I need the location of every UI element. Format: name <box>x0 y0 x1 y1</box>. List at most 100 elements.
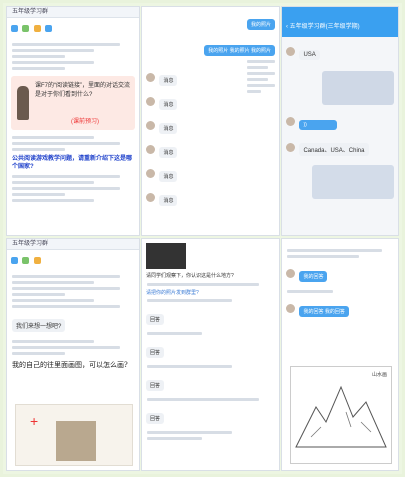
avatar <box>286 117 295 127</box>
avatar <box>146 193 155 203</box>
mountain-sketch-icon <box>295 385 387 448</box>
header-bar: ‹ 五年级学习群(三年级学期) <box>282 7 398 37</box>
message-line <box>147 365 232 368</box>
avatar <box>286 47 295 57</box>
drawing-image: + <box>15 404 133 466</box>
message-line <box>147 437 202 440</box>
audio-bubble[interactable]: )) <box>299 120 338 130</box>
countries-bubble: Canada、USA、China <box>299 143 369 156</box>
message-line <box>12 55 65 58</box>
file-icon[interactable] <box>22 257 30 265</box>
message-line <box>287 249 383 252</box>
avatar <box>146 73 155 83</box>
message-line <box>12 142 121 145</box>
list-item: 消息 <box>159 99 178 110</box>
answer-bubble: 回答 <box>146 314 165 325</box>
message-line <box>12 43 121 46</box>
chat-icon[interactable] <box>11 25 18 33</box>
message-line <box>12 193 65 196</box>
blue-bubble-1: 我的回答 <box>299 271 328 282</box>
collage-frame: 五年级学习群 课F7的“阅读链接”，里面的对话交流是对于你们看到什么? (课前预… <box>3 3 402 474</box>
cross-mark-icon: + <box>30 413 39 429</box>
side-list <box>242 57 276 96</box>
message-line <box>12 305 121 308</box>
panel-top-right: ‹ 五年级学习群(三年级学期) USA )) Canada、USA、China <box>282 7 398 235</box>
answer-bubble: 回答 <box>146 347 165 358</box>
message-line <box>287 255 359 258</box>
image-icon[interactable] <box>33 25 41 33</box>
gray-bubble: 我们来想一想吧? <box>12 319 66 332</box>
blue-bubble-2: 我的回答 我的回答 <box>299 306 349 317</box>
message-line <box>12 61 94 64</box>
message-line <box>12 275 121 278</box>
message-line <box>12 293 65 296</box>
panel-top-middle: 我的照片 我的照片 我的照片 我的照片 消息 消息 消息 消息 消息 消息 <box>142 7 279 235</box>
handwriting-text: 我的自己的往里面画图，可以怎么画? <box>12 361 128 369</box>
message-line <box>147 431 232 434</box>
avatar <box>286 269 295 279</box>
answer-bubble: 回答 <box>146 380 165 391</box>
chat-title: 五年级学习群 <box>7 7 139 18</box>
teacher-figure-icon <box>17 86 29 120</box>
link-text[interactable]: 请把你的照片发到群里? <box>146 289 275 296</box>
message-line <box>12 287 121 290</box>
panel-top-left: 五年级学习群 课F7的“阅读链接”，里面的对话交流是对于你们看到什么? (课前预… <box>7 7 139 235</box>
chat-title: 五年级学习群 <box>7 239 139 250</box>
question-blue: 公共阅读游戏教学问题，请重新介绍下这是哪个国家? <box>12 156 133 170</box>
building-icon <box>56 421 96 461</box>
image-icon[interactable] <box>33 257 41 265</box>
card-red-text: (课前预习) <box>71 119 99 125</box>
message-line <box>147 283 260 286</box>
message-line <box>12 148 65 151</box>
settings-icon[interactable] <box>45 25 53 33</box>
message-line <box>12 340 94 343</box>
list-item: 消息 <box>159 123 178 134</box>
answer-bubble: 回答 <box>146 413 165 424</box>
message-line <box>147 299 232 302</box>
message-line <box>247 78 269 81</box>
top-button[interactable]: 我的照片 <box>246 19 275 30</box>
question-text: 请同学们观察下，你认识这是什么地方? <box>146 273 234 279</box>
message-line <box>12 352 65 355</box>
file-icon[interactable] <box>22 25 30 33</box>
panel-bottom-right: 我的回答 我的回答 我的回答 山水画 <box>282 239 398 470</box>
message-line <box>247 84 275 87</box>
list-item: 消息 <box>159 75 178 86</box>
avatar <box>286 143 295 153</box>
photo-message <box>312 165 394 199</box>
message-line <box>247 60 275 63</box>
panel-bottom-left: 五年级学习群 我们来想一想吧? 我的自己的往里面画图，可以怎么画? + <box>7 239 139 470</box>
card-text: 课F7的“阅读链接”，里面的对话交流是对于你们看到什么? <box>35 83 130 98</box>
message-line <box>147 332 202 335</box>
message-line <box>12 199 94 202</box>
message-line <box>12 346 121 349</box>
video-thumbnail[interactable] <box>146 243 186 269</box>
chat-icon[interactable] <box>11 257 18 265</box>
avatar <box>146 169 155 179</box>
blue-bubble: 我的照片 我的照片 我的照片 <box>204 45 275 56</box>
message-line <box>12 136 94 139</box>
avatar <box>146 121 155 131</box>
message-line <box>12 67 65 70</box>
message-line <box>147 398 260 401</box>
avatar <box>286 304 295 314</box>
message-line <box>247 72 275 75</box>
avatar <box>146 97 155 107</box>
message-line <box>287 290 334 293</box>
header-title: 五年级学习群(三年级学期) <box>289 24 360 30</box>
message-line <box>12 175 121 178</box>
message-line <box>247 90 261 93</box>
toolbar <box>7 18 139 40</box>
back-icon[interactable]: ‹ <box>286 24 288 30</box>
message-line <box>12 181 94 184</box>
panel-bottom-middle: 请同学们观察下，你认识这是什么地方? 请把你的照片发到群里? 回答 回答 回答 … <box>142 239 279 470</box>
list-item: 消息 <box>159 195 178 206</box>
message-line <box>12 187 121 190</box>
sketch-image[interactable]: 山水画 <box>290 366 392 464</box>
message-line <box>12 299 94 302</box>
message-line <box>12 281 94 284</box>
sketch-label: 山水画 <box>371 372 387 378</box>
photo-message <box>322 71 394 105</box>
list-item: 消息 <box>159 171 178 182</box>
message-line <box>12 49 94 52</box>
